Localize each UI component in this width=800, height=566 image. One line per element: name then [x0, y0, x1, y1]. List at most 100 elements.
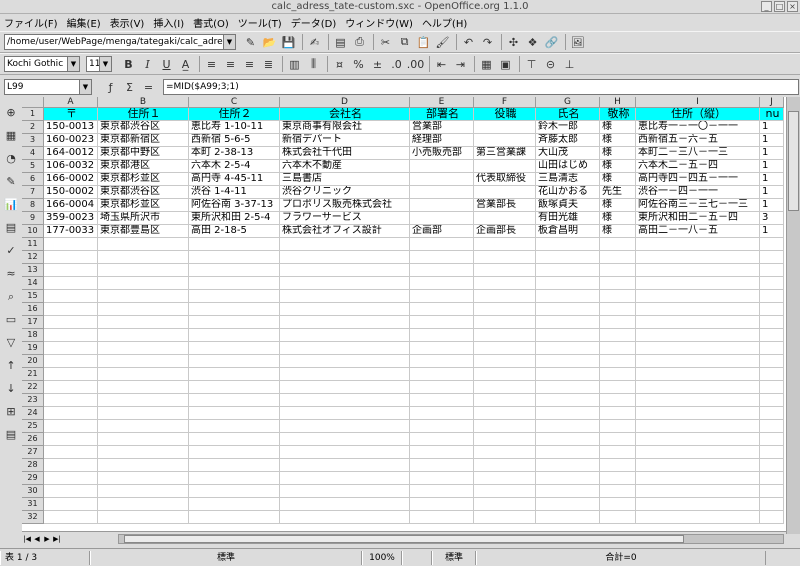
close-icon[interactable]: ×: [787, 1, 798, 12]
table-cell[interactable]: [536, 290, 600, 303]
row-header[interactable]: 29: [22, 472, 44, 485]
table-cell[interactable]: [474, 342, 536, 355]
autospellcheck-icon[interactable]: ≈: [3, 265, 20, 282]
table-cell[interactable]: [410, 485, 474, 498]
table-cell[interactable]: [636, 394, 760, 407]
row-header[interactable]: 2: [22, 121, 44, 134]
table-cell[interactable]: 山田はじめ: [536, 160, 600, 173]
table-cell[interactable]: [760, 433, 784, 446]
prev-sheet-icon[interactable]: ◀: [32, 535, 42, 543]
row-header[interactable]: 12: [22, 251, 44, 264]
row-header[interactable]: 1: [22, 108, 44, 121]
table-cell[interactable]: [474, 472, 536, 485]
borders-icon[interactable]: ▦: [478, 56, 495, 73]
table-cell[interactable]: [474, 381, 536, 394]
table-cell[interactable]: [44, 316, 98, 329]
insert-chart-icon[interactable]: 📊: [3, 196, 20, 213]
table-cell[interactable]: [536, 459, 600, 472]
table-cell[interactable]: 本町 2-38-13: [189, 147, 280, 160]
table-cell[interactable]: [410, 407, 474, 420]
edit-mode-icon[interactable]: ✍: [306, 34, 323, 51]
table-cell[interactable]: [474, 433, 536, 446]
table-cell[interactable]: 166-0002: [44, 173, 98, 186]
table-cell[interactable]: [636, 264, 760, 277]
table-cell[interactable]: [410, 511, 474, 524]
table-cell[interactable]: 177-0033: [44, 225, 98, 238]
row-header[interactable]: 17: [22, 316, 44, 329]
save-icon[interactable]: 💾: [280, 34, 297, 51]
table-cell[interactable]: [600, 511, 636, 524]
table-cell[interactable]: [474, 355, 536, 368]
table-cell[interactable]: [760, 251, 784, 264]
table-cell[interactable]: 埼玉県所沢市: [98, 212, 189, 225]
table-cell[interactable]: [636, 342, 760, 355]
table-cell[interactable]: [636, 498, 760, 511]
table-cell[interactable]: [410, 446, 474, 459]
stylist-icon[interactable]: ❖: [524, 34, 541, 51]
table-cell[interactable]: 斉藤太郎: [536, 134, 600, 147]
table-cell[interactable]: 先生: [600, 186, 636, 199]
row-header[interactable]: 25: [22, 420, 44, 433]
table-cell[interactable]: 164-0012: [44, 147, 98, 160]
table-cell[interactable]: 高円寺四－四五－一一: [636, 173, 760, 186]
table-cell[interactable]: [44, 394, 98, 407]
table-cell[interactable]: 東所沢和田 2-5-4: [189, 212, 280, 225]
table-cell[interactable]: 様: [600, 225, 636, 238]
table-cell[interactable]: 渋谷 1-4-11: [189, 186, 280, 199]
table-cell[interactable]: [474, 329, 536, 342]
menu-file[interactable]: ファイル(F): [4, 15, 58, 30]
row-header[interactable]: 31: [22, 498, 44, 511]
table-cell[interactable]: 高田 2-18-5: [189, 225, 280, 238]
name-box[interactable]: L99 ▼: [4, 79, 92, 95]
table-cell[interactable]: [98, 303, 189, 316]
table-cell[interactable]: [189, 238, 280, 251]
column-header[interactable]: C: [189, 97, 280, 108]
table-cell[interactable]: [280, 407, 410, 420]
table-cell[interactable]: フラワーサービス: [280, 212, 410, 225]
table-cell[interactable]: [600, 472, 636, 485]
undo-icon[interactable]: ↶: [460, 34, 477, 51]
table-cell[interactable]: [410, 186, 474, 199]
table-cell[interactable]: [636, 433, 760, 446]
table-cell[interactable]: [536, 433, 600, 446]
table-cell[interactable]: [98, 420, 189, 433]
menu-view[interactable]: 表示(V): [110, 15, 145, 30]
table-cell[interactable]: [474, 303, 536, 316]
table-cell[interactable]: [98, 485, 189, 498]
navigator-icon[interactable]: ✣: [505, 34, 522, 51]
table-cell[interactable]: 企画部: [410, 225, 474, 238]
table-cell[interactable]: [280, 238, 410, 251]
table-cell[interactable]: [636, 316, 760, 329]
table-cell[interactable]: [98, 290, 189, 303]
table-cell[interactable]: [536, 368, 600, 381]
table-cell[interactable]: 160-0023: [44, 134, 98, 147]
table-cell[interactable]: [189, 381, 280, 394]
table-cell[interactable]: [636, 420, 760, 433]
table-cell[interactable]: [44, 342, 98, 355]
add-decimal-icon[interactable]: .0: [388, 56, 405, 73]
header-cell[interactable]: 住所（縦）: [636, 108, 760, 121]
column-header[interactable]: D: [280, 97, 410, 108]
show-draw-functions-icon[interactable]: ✎: [3, 173, 20, 190]
align-right-icon[interactable]: ≡: [241, 56, 258, 73]
table-cell[interactable]: 様: [600, 121, 636, 134]
table-cell[interactable]: [600, 420, 636, 433]
table-cell[interactable]: [189, 303, 280, 316]
row-header[interactable]: 21: [22, 368, 44, 381]
chevron-down-icon[interactable]: ▼: [99, 57, 111, 71]
table-cell[interactable]: 東京都渋谷区: [98, 121, 189, 134]
table-cell[interactable]: [760, 342, 784, 355]
table-cell[interactable]: [189, 498, 280, 511]
function-wizard-icon[interactable]: ƒ: [102, 79, 119, 96]
table-cell[interactable]: 飯塚貞夫: [536, 199, 600, 212]
table-cell[interactable]: [600, 264, 636, 277]
table-cell[interactable]: 六本木 2-5-4: [189, 160, 280, 173]
align-top-icon[interactable]: ⊤: [523, 56, 540, 73]
table-cell[interactable]: [410, 264, 474, 277]
table-cell[interactable]: [636, 303, 760, 316]
table-cell[interactable]: 1: [760, 147, 784, 160]
chevron-down-icon[interactable]: ▼: [79, 80, 91, 94]
table-cell[interactable]: [600, 238, 636, 251]
grid-corner[interactable]: [22, 97, 44, 108]
table-cell[interactable]: 高円寺 4-45-11: [189, 173, 280, 186]
